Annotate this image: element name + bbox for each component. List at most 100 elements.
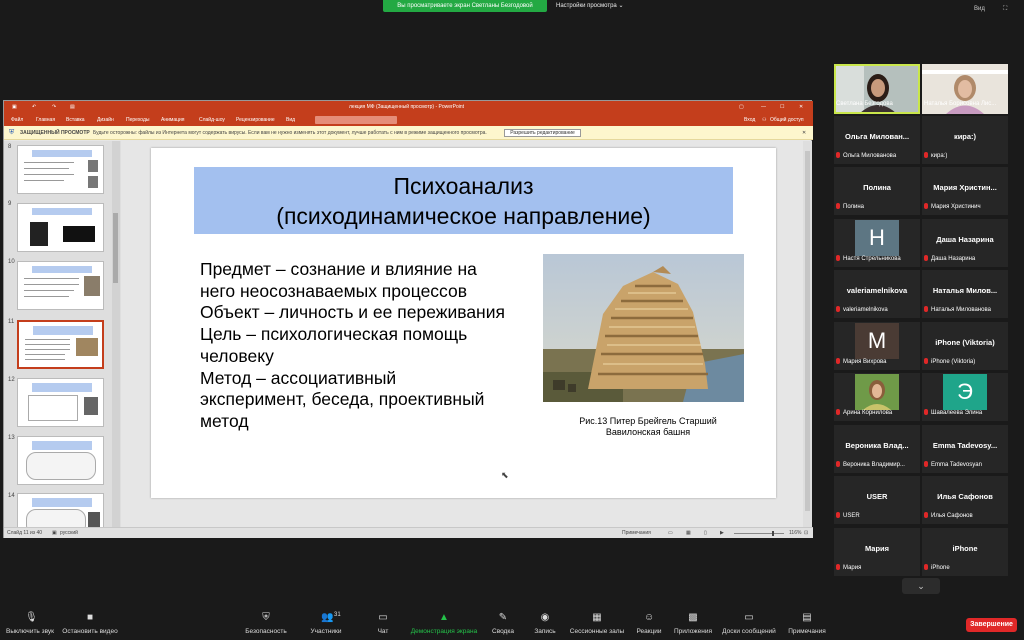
participant-display-name: Илья Сафонов — [937, 492, 993, 501]
chevron-down-icon: ⌄ — [618, 3, 624, 9]
participant-name-label: Илья Сафонов — [924, 512, 1006, 521]
participant-name-label: Вероника Владимир... — [836, 460, 918, 470]
participant-name-label: Мария Христинич — [924, 203, 1006, 212]
people-icon: 👥 — [321, 612, 334, 623]
participant-tile[interactable]: Даша Назарина Даша Назарина — [922, 218, 1008, 267]
participant-tile[interactable]: M Мария Вихрова — [834, 321, 920, 370]
undo-icon: ↶ — [32, 104, 37, 110]
muted-microphone-icon — [836, 409, 840, 415]
participant-name: Шавалеева Элина — [931, 410, 983, 416]
view-button[interactable]: Вид — [974, 0, 985, 14]
zoom-slider — [734, 533, 784, 534]
toolbar-chat-button[interactable]: ▭ Чат — [368, 604, 398, 640]
participant-tile[interactable]: iPhone (Viktoria) iPhone (Viktoria) — [922, 321, 1008, 370]
slide-thumbnail — [17, 493, 104, 527]
zoom-window: Вы просматриваете экран Светланы Безгодо… — [0, 0, 1024, 640]
toolbar-label: Примечания — [788, 628, 826, 635]
participant-avatar: Н — [855, 219, 899, 256]
toolbar-label: Выключить звук — [5, 628, 55, 635]
toolbar-mute-button[interactable]: 🎙 Выключить звук — [2, 604, 58, 640]
end-meeting-button[interactable]: Завершение — [966, 618, 1017, 632]
participant-tile[interactable]: Арина Корнилова — [834, 373, 920, 421]
protected-view-label: ЗАЩИЩЕННЫЙ ПРОСМОТР — [20, 130, 90, 136]
toolbar-label: Чат — [377, 628, 389, 635]
spellcheck-icon: ▣ — [52, 530, 57, 536]
ribbon-tab: Слайд-шоу — [199, 117, 225, 123]
ppt-status-bar: Слайд 11 из 40 ▣ русский Примечания ▭ ▦ … — [4, 527, 813, 538]
view-options-button[interactable]: Настройки просмотра ⌄ — [550, 0, 640, 12]
muted-microphone-icon — [924, 563, 928, 570]
participant-tile[interactable]: Полина Полина — [834, 167, 920, 215]
ribbon-search-box — [315, 116, 397, 124]
toolbar-share-button[interactable]: ▲ Демонстрация экрана — [408, 604, 480, 640]
muted-microphone-icon — [924, 203, 928, 209]
toolbar-apps-button[interactable]: ▩ Приложения — [670, 604, 716, 640]
participant-avatar: Э — [943, 374, 987, 410]
slideshow-view-icon: ▶ — [720, 530, 724, 536]
toolbar-rooms-button[interactable]: ▦ Сессионные залы — [566, 604, 628, 640]
muted-microphone-icon — [836, 203, 840, 209]
participant-display-name: iPhone — [952, 543, 978, 553]
participant-tile[interactable]: Светлана Безгодова — [834, 64, 920, 114]
ribbon-tab: Вставка — [66, 117, 85, 123]
shield-icon: ⛨ — [262, 612, 270, 623]
gallery-next-button[interactable]: ⌄ — [902, 578, 940, 594]
participant-name-label: Ольга Миловановa — [836, 151, 918, 161]
participant-name-label: iPhone — [924, 563, 1006, 573]
participant-name: Даша Назарина — [931, 255, 976, 262]
participant-tile[interactable]: кира:) кира:) — [922, 115, 1008, 164]
toolbar-label: Приложения — [673, 628, 713, 635]
toolbar-record-button[interactable]: ◉ Запись — [528, 604, 562, 640]
participant-name-label: Даша Назарина — [924, 254, 1006, 264]
toolbar-reactions-button[interactable]: ☺ Реакции — [632, 604, 666, 640]
toolbar-notes-button[interactable]: ▤ Примечания — [784, 604, 830, 640]
close-icon: ✕ — [802, 130, 807, 136]
toolbar-label: Доски сообщений — [722, 628, 776, 635]
participant-display-name: Мария Христин... — [933, 183, 997, 192]
participant-tile[interactable]: Э Шавалеева Элина — [922, 373, 1008, 421]
slide-title: Психоанализ (психодинамическое направлен… — [194, 167, 733, 234]
participant-name: Полина — [843, 204, 865, 210]
toolbar-video-button[interactable]: ■ Остановить видео — [60, 604, 120, 640]
participant-tile[interactable]: Наталья Милов... Наталья Милованова — [922, 270, 1008, 318]
slide-body-text: Предмет – сознание и влияние на него нео… — [200, 259, 530, 433]
slide-body-line: Метод – ассоциативный — [200, 367, 397, 388]
slide-thumbnail — [17, 145, 104, 194]
participant-name-label: Светлана Безгодова — [836, 100, 918, 109]
save-icon: ▣ — [12, 104, 17, 110]
tower-of-babel-painting — [543, 254, 744, 402]
slide-title-line: (психодинамическое направление) — [276, 203, 651, 229]
view-options-label: Настройки просмотра — [556, 3, 617, 9]
muted-microphone-icon — [924, 254, 928, 261]
fit-slide-icon: ⊡ — [804, 530, 809, 536]
participant-tile[interactable]: Мария Мария — [834, 527, 920, 576]
toolbar-participants-button[interactable]: 👥 Участники 31 — [305, 604, 347, 640]
participant-display-name: Вероника Влад... — [845, 440, 909, 450]
muted-microphone-icon — [924, 306, 928, 312]
participant-tile[interactable]: iPhone iPhone — [922, 527, 1008, 576]
participant-tile[interactable]: valeriamelnikova valeriamelnikova — [834, 270, 920, 318]
shared-powerpoint-window: ▣ ↶ ↷ ▤ лекция МФ (Защищенный просмотр) … — [3, 100, 813, 538]
thumbnail-scrollbar-thumb — [113, 213, 118, 283]
participant-tile[interactable]: Emma Tadevosy... Emma Tadevosyan — [922, 424, 1008, 473]
slide-caption: Рис.13 Питер Брейгель Старший Вавилонска… — [549, 416, 747, 438]
participant-tile[interactable]: Ольга Милован... Ольга Миловановa — [834, 115, 920, 164]
thumb-number: 12 — [8, 377, 15, 383]
participant-name-label: кира:) — [924, 151, 1006, 161]
participant-tile[interactable]: Илья Сафонов Илья Сафонов — [922, 476, 1008, 524]
participant-tile[interactable]: USER USER — [834, 476, 920, 524]
muted-microphone-icon — [836, 563, 840, 570]
share-screen-icon: ▲ — [439, 612, 449, 623]
toolbar-label: Реакции — [636, 628, 662, 635]
participant-tile[interactable]: Вероника Влад... Вероника Владимир... — [834, 424, 920, 473]
participant-tile[interactable]: Наталья Борисовна Лис... — [922, 64, 1008, 114]
toolbar-whiteboard-button[interactable]: ▭ Доски сообщений — [720, 604, 778, 640]
participant-tile[interactable]: Н Настя Стрельникова — [834, 218, 920, 267]
ribbon-tab: Файл — [11, 117, 24, 123]
chevron-down-icon: ⌄ — [917, 581, 925, 591]
fullscreen-icon[interactable]: ⛶ — [1003, 0, 1007, 14]
participant-tile[interactable]: Мария Христин... Мария Христинич — [922, 167, 1008, 215]
toolbar-security-button[interactable]: ⛨ Безопасность — [240, 604, 292, 640]
toolbar-summary-button[interactable]: ✎ Сводка — [488, 604, 518, 640]
participant-name-label: Настя Стрельникова — [836, 254, 918, 264]
